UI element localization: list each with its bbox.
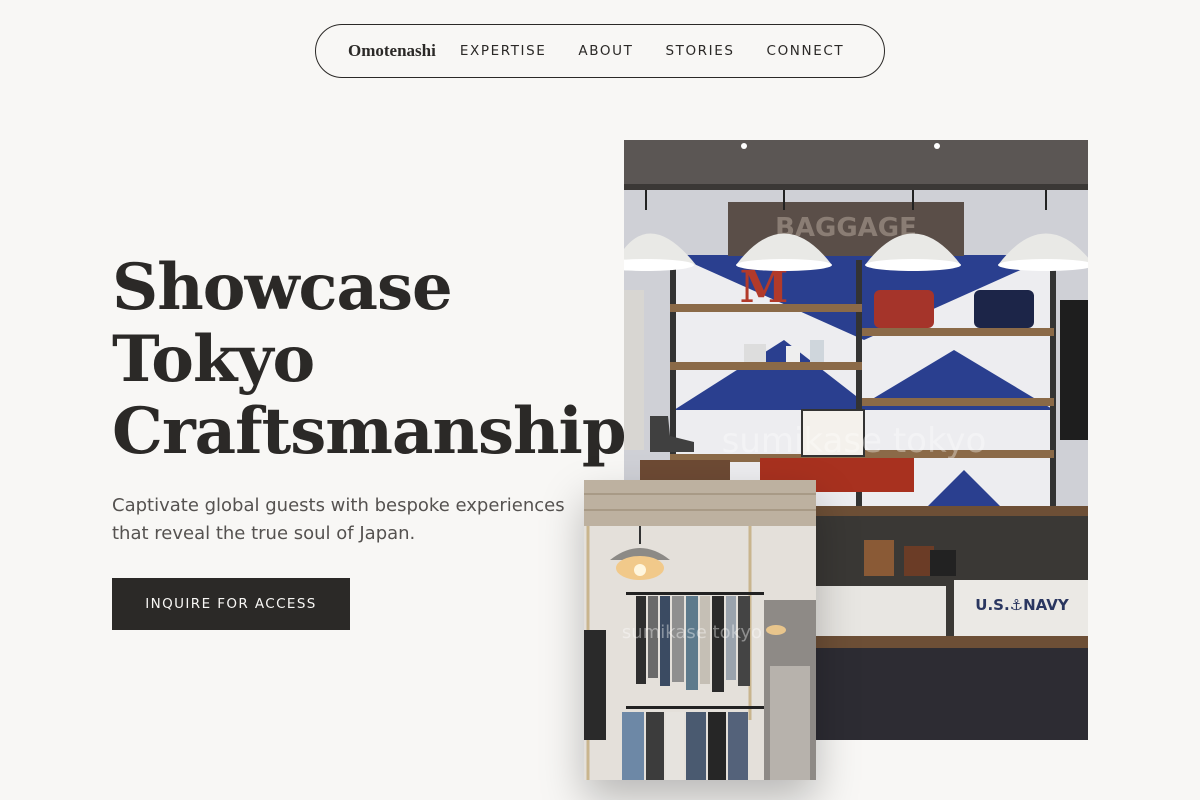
main-photo-watermark: sumikase tokyo [722, 421, 987, 461]
inquire-button[interactable]: INQUIRE FOR ACCESS [112, 578, 350, 630]
shirt-print-text: U.S.⚓NAVY [975, 596, 1070, 614]
nav-link-about[interactable]: ABOUT [578, 43, 633, 59]
hero-title-line-3: Craftsmanship. [112, 394, 648, 469]
brand-logo[interactable]: Omotenashi [348, 41, 436, 61]
clothing-rack-photo: sumikase tokyo [584, 480, 816, 780]
nav-link-connect[interactable]: CONNECT [767, 43, 845, 59]
hero-title-line-2: Tokyo [112, 322, 315, 397]
small-photo-watermark: sumikase tokyo [622, 622, 762, 643]
top-navigation: Omotenashi EXPERTISE ABOUT STORIES CONNE… [315, 24, 885, 78]
hero-subtitle: Captivate global guests with bespoke exp… [112, 495, 565, 544]
nav-link-expertise[interactable]: EXPERTISE [460, 43, 547, 59]
hero-title: Showcase Tokyo Craftsmanship. [112, 250, 648, 469]
hero-title-line-1: Showcase [112, 250, 453, 325]
nav-link-stories[interactable]: STORIES [665, 43, 734, 59]
